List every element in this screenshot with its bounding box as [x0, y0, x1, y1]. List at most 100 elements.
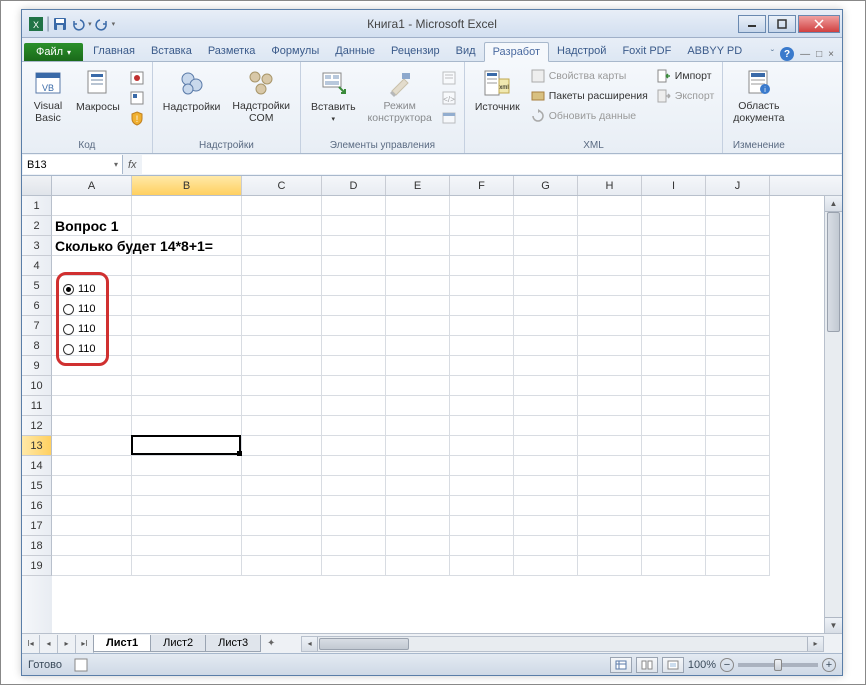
cell[interactable] [706, 196, 770, 216]
radio-option[interactable]: 110 [63, 339, 96, 359]
hscroll-thumb[interactable] [319, 638, 409, 650]
insert-control-button[interactable]: Вставить▾ [307, 65, 360, 125]
cell[interactable] [706, 416, 770, 436]
cell[interactable] [242, 376, 322, 396]
sheet-nav-first[interactable]: I◂ [22, 635, 40, 653]
cell[interactable] [242, 496, 322, 516]
cell[interactable] [322, 256, 386, 276]
cell[interactable] [578, 276, 642, 296]
row-header[interactable]: 17 [22, 516, 52, 536]
cell[interactable] [386, 276, 450, 296]
cell[interactable] [242, 256, 322, 276]
cell[interactable] [514, 536, 578, 556]
cell[interactable] [578, 396, 642, 416]
cell[interactable] [450, 456, 514, 476]
cell[interactable] [52, 436, 132, 456]
cell[interactable] [514, 436, 578, 456]
redo-icon[interactable] [94, 16, 110, 32]
cell[interactable] [386, 556, 450, 576]
cell[interactable] [242, 196, 322, 216]
cell[interactable] [450, 236, 514, 256]
cell[interactable] [322, 436, 386, 456]
column-header[interactable]: C [242, 176, 322, 195]
cell[interactable] [706, 376, 770, 396]
cell[interactable] [642, 256, 706, 276]
cell[interactable] [322, 556, 386, 576]
cell[interactable] [322, 416, 386, 436]
cell[interactable] [386, 236, 450, 256]
cell[interactable] [450, 436, 514, 456]
sheet-nav-last[interactable]: ▸I [76, 635, 94, 653]
column-header[interactable]: B [132, 176, 242, 195]
cell[interactable] [132, 416, 242, 436]
cell[interactable] [386, 376, 450, 396]
row-header[interactable]: 9 [22, 356, 52, 376]
cell[interactable] [450, 296, 514, 316]
cell[interactable] [514, 376, 578, 396]
zoom-level[interactable]: 100% [688, 659, 716, 671]
relative-refs-icon[interactable] [128, 89, 146, 107]
cell[interactable] [706, 456, 770, 476]
cell[interactable] [578, 336, 642, 356]
cell[interactable] [52, 556, 132, 576]
cell[interactable] [52, 376, 132, 396]
cell[interactable] [132, 556, 242, 576]
com-addins-button[interactable]: Надстройки COM [228, 65, 294, 126]
cell[interactable] [386, 456, 450, 476]
cell[interactable] [242, 216, 322, 236]
cell[interactable] [578, 516, 642, 536]
cell[interactable] [642, 416, 706, 436]
cell[interactable] [450, 556, 514, 576]
cell[interactable] [706, 316, 770, 336]
fx-icon[interactable]: fx [128, 159, 137, 171]
tab-главная[interactable]: Главная [85, 42, 143, 61]
cell[interactable] [132, 216, 242, 236]
cell[interactable] [450, 476, 514, 496]
cell[interactable] [706, 516, 770, 536]
cell[interactable] [706, 496, 770, 516]
close-button[interactable] [798, 15, 840, 33]
xml-source-button[interactable]: xml Источник [471, 65, 524, 115]
scroll-down-icon[interactable]: ▼ [825, 617, 842, 633]
tab-вид[interactable]: Вид [448, 42, 484, 61]
cell[interactable] [578, 296, 642, 316]
cell[interactable] [642, 476, 706, 496]
design-mode-button[interactable]: Режим конструктора [364, 65, 436, 126]
cell[interactable] [450, 336, 514, 356]
cell[interactable] [514, 316, 578, 336]
row-header[interactable]: 11 [22, 396, 52, 416]
cell[interactable] [242, 416, 322, 436]
cell[interactable] [450, 516, 514, 536]
cell[interactable] [132, 336, 242, 356]
cell[interactable] [242, 296, 322, 316]
cell[interactable] [322, 476, 386, 496]
macro-security-icon[interactable]: ! [128, 109, 146, 127]
cell[interactable] [322, 356, 386, 376]
sheet-nav-prev[interactable]: ◂ [40, 635, 58, 653]
column-header[interactable]: A [52, 176, 132, 195]
row-header[interactable]: 10 [22, 376, 52, 396]
cell[interactable] [642, 436, 706, 456]
cell[interactable] [242, 396, 322, 416]
scroll-up-icon[interactable]: ▲ [825, 196, 842, 212]
zoom-out-button[interactable]: − [720, 658, 734, 672]
cell[interactable] [706, 536, 770, 556]
column-header[interactable]: F [450, 176, 514, 195]
cell[interactable] [706, 476, 770, 496]
cell[interactable] [706, 296, 770, 316]
tab-надстрой[interactable]: Надстрой [549, 42, 614, 61]
scroll-right-icon[interactable]: ▸ [807, 637, 823, 651]
cell[interactable] [514, 256, 578, 276]
visual-basic-button[interactable]: VB Visual Basic [28, 65, 68, 126]
cell[interactable] [514, 556, 578, 576]
undo-icon[interactable] [70, 16, 86, 32]
row-header[interactable]: 14 [22, 456, 52, 476]
cell[interactable] [578, 356, 642, 376]
cell[interactable] [706, 216, 770, 236]
tab-разметка[interactable]: Разметка [200, 42, 264, 61]
cell[interactable] [242, 316, 322, 336]
cell[interactable] [132, 496, 242, 516]
cell[interactable] [706, 336, 770, 356]
cell[interactable] [52, 236, 132, 256]
cell[interactable] [242, 536, 322, 556]
